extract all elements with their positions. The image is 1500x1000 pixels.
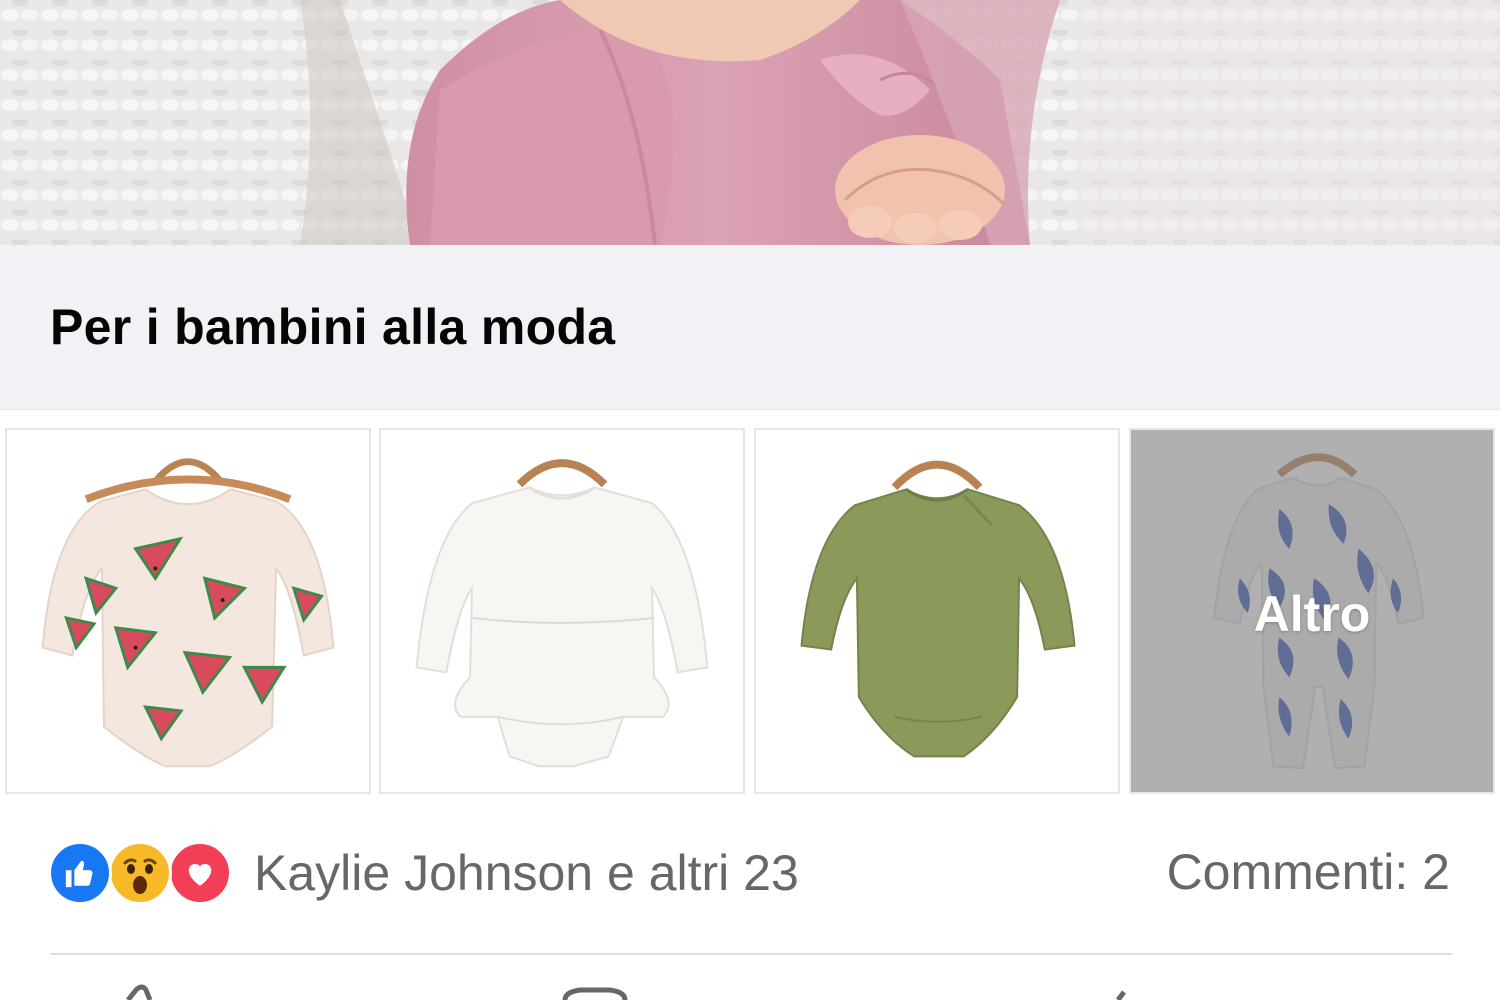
collection-title[interactable]: Per i bambini alla moda [50,298,615,356]
hero-photo-image [0,0,1500,245]
product-thumbnail-watermelon-onesie[interactable] [5,428,371,794]
post-action-bar [0,956,1500,1000]
share-button-icon[interactable] [1116,990,1126,1000]
reactions-summary[interactable]: Kaylie Johnson e altri 23 [48,840,799,906]
product-thumbnail-olive-onesie[interactable] [754,428,1120,794]
watermelon-onesie-image [7,430,369,792]
product-thumbnail-blue-print-sleeper[interactable]: Altro [1129,428,1495,794]
product-thumbnail-white-dress-onesie[interactable] [379,428,745,794]
hero-photo[interactable] [0,0,1500,245]
more-products-label[interactable]: Altro [1131,585,1493,643]
love-icon [168,841,232,905]
product-grid: Altro [5,428,1495,794]
divider [50,953,1452,955]
reaction-summary-text[interactable]: Kaylie Johnson e altri 23 [254,844,799,902]
like-icon [48,841,112,905]
comment-button-icon[interactable] [562,987,628,1000]
white-dress-onesie-image [381,430,743,792]
wow-icon [108,841,172,905]
olive-onesie-image [756,430,1118,792]
like-button-icon[interactable] [126,984,153,1000]
comments-count-link[interactable]: Commenti: 2 [1167,843,1450,901]
